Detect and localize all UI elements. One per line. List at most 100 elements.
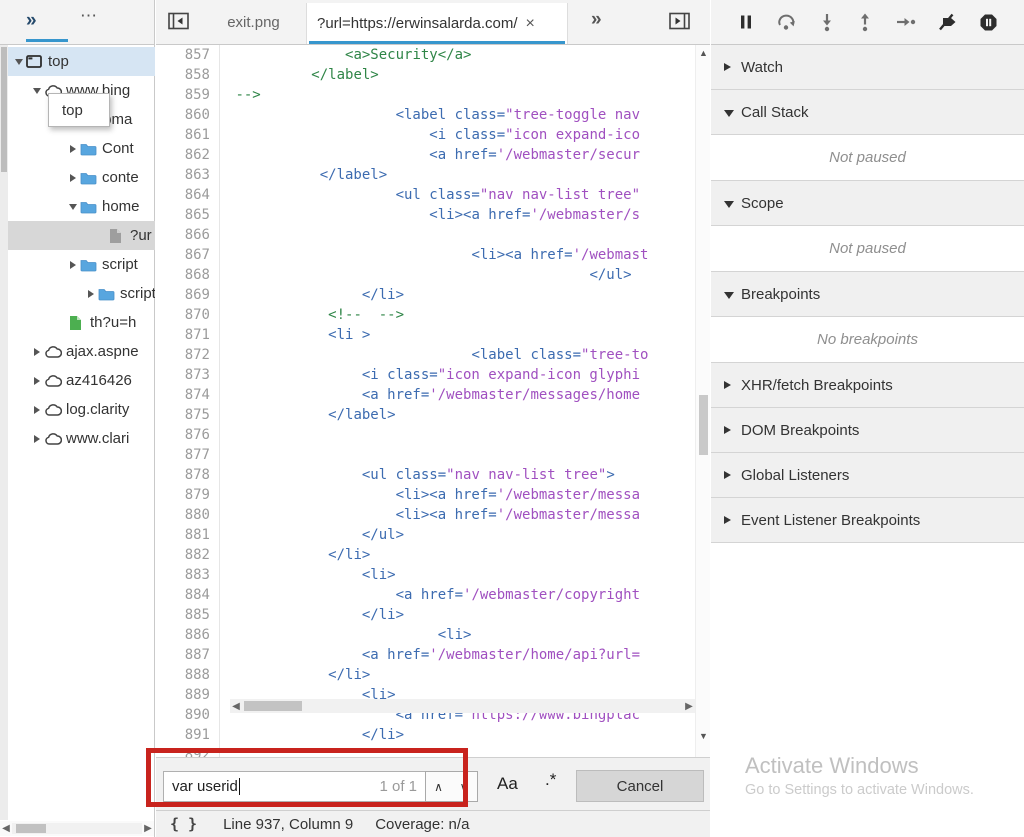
tree-item-ajax-aspne[interactable]: ajax.aspne bbox=[8, 337, 155, 366]
line-number[interactable]: 884 bbox=[156, 585, 220, 605]
hide-navigator-icon[interactable] bbox=[168, 12, 189, 30]
search-input[interactable]: var userid 1 of 1 bbox=[163, 771, 426, 802]
line-number[interactable]: 880 bbox=[156, 505, 220, 525]
line-number[interactable]: 873 bbox=[156, 365, 220, 385]
tree-item-cont[interactable]: Cont bbox=[8, 134, 155, 163]
line-number[interactable]: 881 bbox=[156, 525, 220, 545]
scroll-left-icon[interactable]: ◀ bbox=[230, 701, 242, 712]
next-match-button[interactable]: ∨ bbox=[451, 771, 478, 802]
previous-match-button[interactable]: ∧ bbox=[425, 771, 452, 802]
line-number[interactable]: 859 bbox=[156, 85, 220, 105]
tree-item--ur[interactable]: ?ur bbox=[8, 221, 155, 250]
tree-item-script[interactable]: script bbox=[8, 250, 155, 279]
scroll-right-icon[interactable]: ▶ bbox=[142, 823, 154, 834]
line-number[interactable]: 862 bbox=[156, 145, 220, 165]
line-number[interactable]: 868 bbox=[156, 265, 220, 285]
expander-right-icon[interactable] bbox=[84, 290, 98, 298]
line-number[interactable]: 882 bbox=[156, 545, 220, 565]
pretty-print-icon[interactable]: { } bbox=[170, 815, 197, 833]
line-number[interactable]: 860 bbox=[156, 105, 220, 125]
tree-item-log-clarity[interactable]: log.clarity bbox=[8, 395, 155, 424]
line-number[interactable]: 858 bbox=[156, 65, 220, 85]
section-breakpoints[interactable]: Breakpoints bbox=[711, 272, 1024, 317]
navigator-vertical-scrollbar[interactable] bbox=[0, 45, 8, 820]
line-number[interactable]: 866 bbox=[156, 225, 220, 245]
tree-item-home[interactable]: home bbox=[8, 192, 155, 221]
line-number[interactable]: 885 bbox=[156, 605, 220, 625]
editor-vertical-scrollbar[interactable]: ▲ ▼ bbox=[695, 45, 710, 757]
line-number[interactable]: 886 bbox=[156, 625, 220, 645]
match-case-toggle[interactable]: Aa bbox=[497, 774, 518, 794]
expander-right-icon[interactable] bbox=[66, 145, 80, 153]
pause-on-exceptions-icon[interactable] bbox=[979, 13, 998, 32]
step-icon[interactable] bbox=[896, 14, 916, 30]
line-number[interactable]: 872 bbox=[156, 345, 220, 365]
scrollbar-thumb[interactable] bbox=[699, 395, 708, 455]
scrollbar-thumb[interactable] bbox=[1, 47, 7, 172]
tree-item-th-u-h[interactable]: th?u=h bbox=[8, 308, 155, 337]
deactivate-breakpoints-icon[interactable] bbox=[938, 13, 957, 31]
line-number[interactable]: 888 bbox=[156, 665, 220, 685]
line-number[interactable]: 871 bbox=[156, 325, 220, 345]
scroll-left-icon[interactable]: ◀ bbox=[0, 823, 12, 834]
expander-right-icon[interactable] bbox=[30, 377, 44, 385]
line-number[interactable]: 878 bbox=[156, 465, 220, 485]
expander-down-icon[interactable] bbox=[12, 59, 26, 65]
line-number[interactable]: 874 bbox=[156, 385, 220, 405]
section-xhr-fetch-breakpoints[interactable]: XHR/fetch Breakpoints bbox=[711, 363, 1024, 408]
more-tabs-button[interactable]: » bbox=[591, 9, 600, 31]
tree-item-www-clari[interactable]: www.clari bbox=[8, 424, 155, 453]
tree-item-az416426[interactable]: az416426 bbox=[8, 366, 155, 395]
line-number[interactable]: 892 bbox=[156, 745, 220, 757]
expander-right-icon[interactable] bbox=[66, 261, 80, 269]
line-number[interactable]: 876 bbox=[156, 425, 220, 445]
line-number[interactable]: 857 bbox=[156, 45, 220, 65]
line-number[interactable]: 867 bbox=[156, 245, 220, 265]
scroll-up-icon[interactable]: ▲ bbox=[696, 48, 711, 58]
line-number[interactable]: 887 bbox=[156, 645, 220, 665]
show-debugger-panel-icon[interactable] bbox=[669, 12, 690, 30]
line-number[interactable]: 865 bbox=[156, 205, 220, 225]
line-number[interactable]: 877 bbox=[156, 445, 220, 465]
step-out-icon[interactable] bbox=[857, 13, 873, 32]
line-number[interactable]: 875 bbox=[156, 405, 220, 425]
expander-right-icon[interactable] bbox=[66, 174, 80, 182]
section-dom-breakpoints[interactable]: DOM Breakpoints bbox=[711, 408, 1024, 453]
tree-item-conte[interactable]: conte bbox=[8, 163, 155, 192]
expander-right-icon[interactable] bbox=[30, 348, 44, 356]
editor-horizontal-scrollbar[interactable]: ◀ ▶ bbox=[230, 699, 695, 713]
line-number[interactable]: 870 bbox=[156, 305, 220, 325]
line-number[interactable]: 869 bbox=[156, 285, 220, 305]
scroll-right-icon[interactable]: ▶ bbox=[683, 701, 695, 712]
scrollbar-thumb[interactable] bbox=[16, 824, 46, 833]
tab-active-url[interactable]: ?url=https://erwinsalarda.com/ × bbox=[306, 3, 568, 44]
line-number[interactable]: 863 bbox=[156, 165, 220, 185]
line-number[interactable]: 861 bbox=[156, 125, 220, 145]
section-call-stack[interactable]: Call Stack bbox=[711, 90, 1024, 135]
expander-down-icon[interactable] bbox=[66, 204, 80, 210]
line-number[interactable]: 879 bbox=[156, 485, 220, 505]
code-editor[interactable]: 857 <a>Security</a>858 </label>859 -->86… bbox=[156, 45, 710, 757]
line-number[interactable]: 889 bbox=[156, 685, 220, 705]
line-number[interactable]: 891 bbox=[156, 725, 220, 745]
scroll-down-icon[interactable]: ▼ bbox=[696, 731, 711, 741]
navigator-more-tabs-button[interactable]: » bbox=[26, 10, 35, 32]
section-event-listener-breakpoints[interactable]: Event Listener Breakpoints bbox=[711, 498, 1024, 543]
tree-item-top[interactable]: top bbox=[8, 47, 155, 76]
tree-item-script[interactable]: script bbox=[8, 279, 155, 308]
line-number[interactable]: 864 bbox=[156, 185, 220, 205]
step-into-icon[interactable] bbox=[819, 13, 835, 32]
section-scope[interactable]: Scope bbox=[711, 181, 1024, 226]
scrollbar-track[interactable] bbox=[242, 700, 683, 712]
pause-script-icon[interactable] bbox=[737, 13, 755, 31]
step-over-icon[interactable] bbox=[777, 13, 797, 31]
section-global-listeners[interactable]: Global Listeners bbox=[711, 453, 1024, 498]
expander-down-icon[interactable] bbox=[30, 88, 44, 94]
regex-toggle[interactable]: .* bbox=[545, 770, 556, 790]
line-number[interactable]: 890 bbox=[156, 705, 220, 725]
line-number[interactable]: 883 bbox=[156, 565, 220, 585]
tab-exit-png[interactable]: exit.png bbox=[201, 0, 306, 44]
navigator-horizontal-scrollbar[interactable]: ◀ ▶ bbox=[0, 821, 154, 836]
cancel-button[interactable]: Cancel bbox=[576, 770, 704, 802]
scrollbar-track[interactable] bbox=[12, 823, 142, 834]
